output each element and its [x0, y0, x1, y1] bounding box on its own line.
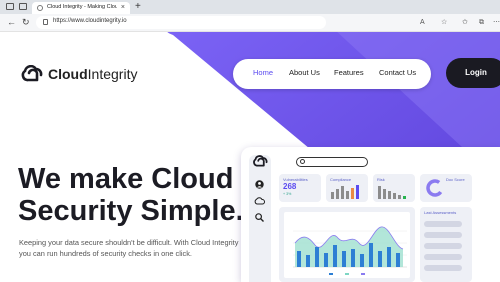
compliance-card: Compliance — [326, 174, 368, 202]
cloud-icon[interactable] — [254, 197, 265, 205]
main-chart — [284, 212, 410, 278]
dashboard-logo-icon — [253, 155, 268, 167]
favorites-bar-icon[interactable]: ✩ — [462, 17, 468, 28]
cloud-logo-icon — [21, 64, 43, 82]
web-page: CloudIntegrity Home About Us Features Co… — [0, 32, 500, 282]
tab-close-icon[interactable]: × — [121, 3, 125, 13]
vulnerabilities-card: Vulnerabilities 268 + 3% — [279, 174, 321, 202]
nav-about-us[interactable]: About Us — [289, 68, 320, 77]
site-logo[interactable]: CloudIntegrity — [20, 64, 137, 83]
address-bar[interactable]: https://www.cloudintegrity.io — [36, 16, 326, 29]
main-navigation: Home About Us Features Contact Us — [233, 59, 431, 89]
card-label: Compliance — [330, 177, 352, 182]
browser-toolbar: ← ↻ https://www.cloudintegrity.io A ☆ ✩ … — [0, 14, 500, 32]
assessment-row — [424, 221, 462, 227]
more-menu-icon[interactable]: ⋯ — [493, 17, 500, 28]
risk-card: Risk — [373, 174, 415, 202]
doc-score-card: Doc Score — [420, 174, 472, 202]
url-text[interactable]: https://www.cloudintegrity.io — [53, 18, 127, 24]
card-label: Last Assessments — [424, 210, 457, 215]
assessment-row — [424, 254, 462, 260]
nav-contact-us[interactable]: Contact Us — [379, 68, 416, 77]
nav-features[interactable]: Features — [334, 68, 364, 77]
tab-title: Cloud Integrity - Making Cloud S — [47, 4, 117, 10]
refresh-button[interactable]: ↻ — [22, 16, 30, 29]
vulnerabilities-value: 268 — [283, 182, 297, 191]
risk-mini-chart — [378, 186, 406, 199]
search-magnifier-icon — [300, 159, 305, 164]
hero-headline: We make Cloud Security Simple. — [18, 163, 258, 227]
collections-icon[interactable]: ⧉ — [479, 17, 484, 28]
login-button[interactable]: Login — [446, 58, 500, 88]
vulnerabilities-change: + 3% — [283, 192, 292, 196]
new-tab-button[interactable]: + — [135, 1, 141, 13]
dashboard-preview: Vulnerabilities 268 + 3% Compliance Risk — [241, 147, 500, 282]
nav-home[interactable]: Home — [253, 68, 273, 77]
user-icon[interactable] — [255, 180, 264, 189]
browser-tab-bar: Cloud Integrity - Making Cloud S × + — [0, 0, 500, 14]
assessment-row — [424, 265, 462, 271]
hero-subtext: Keeping your data secure shouldn't be di… — [19, 238, 239, 258]
search-icon[interactable] — [255, 213, 264, 222]
compliance-mini-chart — [331, 185, 359, 199]
main-chart-card — [279, 207, 415, 282]
browser-tab[interactable]: Cloud Integrity - Making Cloud S × — [32, 2, 130, 14]
card-label: Doc Score — [446, 177, 465, 182]
headline-line-1: We make Cloud — [18, 163, 234, 195]
assessment-row — [424, 232, 462, 238]
workspaces-icon[interactable] — [6, 3, 14, 10]
card-label: Risk — [377, 177, 385, 182]
tab-favicon-icon — [37, 5, 43, 11]
favorite-star-icon[interactable]: ☆ — [441, 17, 447, 28]
tab-actions-icon[interactable] — [19, 3, 27, 10]
last-assessments-card: Last Assessments — [420, 207, 472, 282]
dashboard-search-input[interactable] — [296, 157, 368, 167]
lock-icon[interactable] — [43, 19, 48, 25]
doc-score-gauge — [426, 179, 444, 197]
assessment-row — [424, 243, 462, 249]
headline-line-2: Security Simple. — [18, 195, 244, 227]
back-button[interactable]: ← — [7, 16, 16, 29]
read-aloud-button[interactable]: A — [420, 17, 425, 28]
logo-wordmark: CloudIntegrity — [48, 66, 138, 82]
